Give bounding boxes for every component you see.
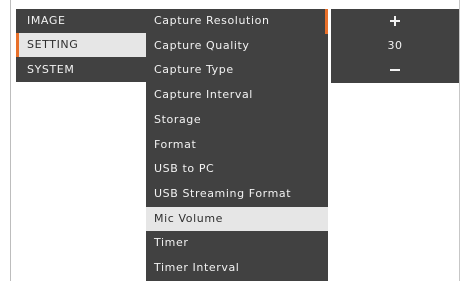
menu-item-capture-type[interactable]: Capture Type [146, 58, 328, 83]
settings-menu: Capture Resolution Capture Quality Captu… [146, 9, 328, 281]
category-menu: IMAGE SETTING SYSTEM [16, 9, 146, 82]
minus-icon [390, 69, 400, 71]
menu-item-capture-resolution[interactable]: Capture Resolution [146, 9, 328, 34]
frame-left-border [10, 0, 11, 281]
category-item-setting[interactable]: SETTING [16, 33, 146, 57]
menu-item-capture-quality[interactable]: Capture Quality [146, 34, 328, 59]
category-item-image[interactable]: IMAGE [16, 9, 146, 33]
menu-item-format[interactable]: Format [146, 133, 328, 158]
menu-item-storage[interactable]: Storage [146, 108, 328, 133]
menu-item-timer[interactable]: Timer [146, 231, 328, 256]
menu-item-usb-streaming-format[interactable]: USB Streaming Format [146, 182, 328, 207]
frame-right-border [459, 0, 460, 281]
menu-item-usb-to-pc[interactable]: USB to PC [146, 157, 328, 182]
plus-icon [390, 16, 400, 26]
menu-item-capture-interval[interactable]: Capture Interval [146, 83, 328, 108]
increase-button[interactable] [331, 9, 459, 33]
value-adjust-panel: 30 [331, 9, 459, 83]
menu-item-timer-interval[interactable]: Timer Interval [146, 256, 328, 281]
value-readout: 30 [387, 39, 403, 52]
menu-item-mic-volume[interactable]: Mic Volume [146, 206, 328, 232]
decrease-button[interactable] [331, 58, 459, 82]
category-item-system[interactable]: SYSTEM [16, 58, 146, 82]
